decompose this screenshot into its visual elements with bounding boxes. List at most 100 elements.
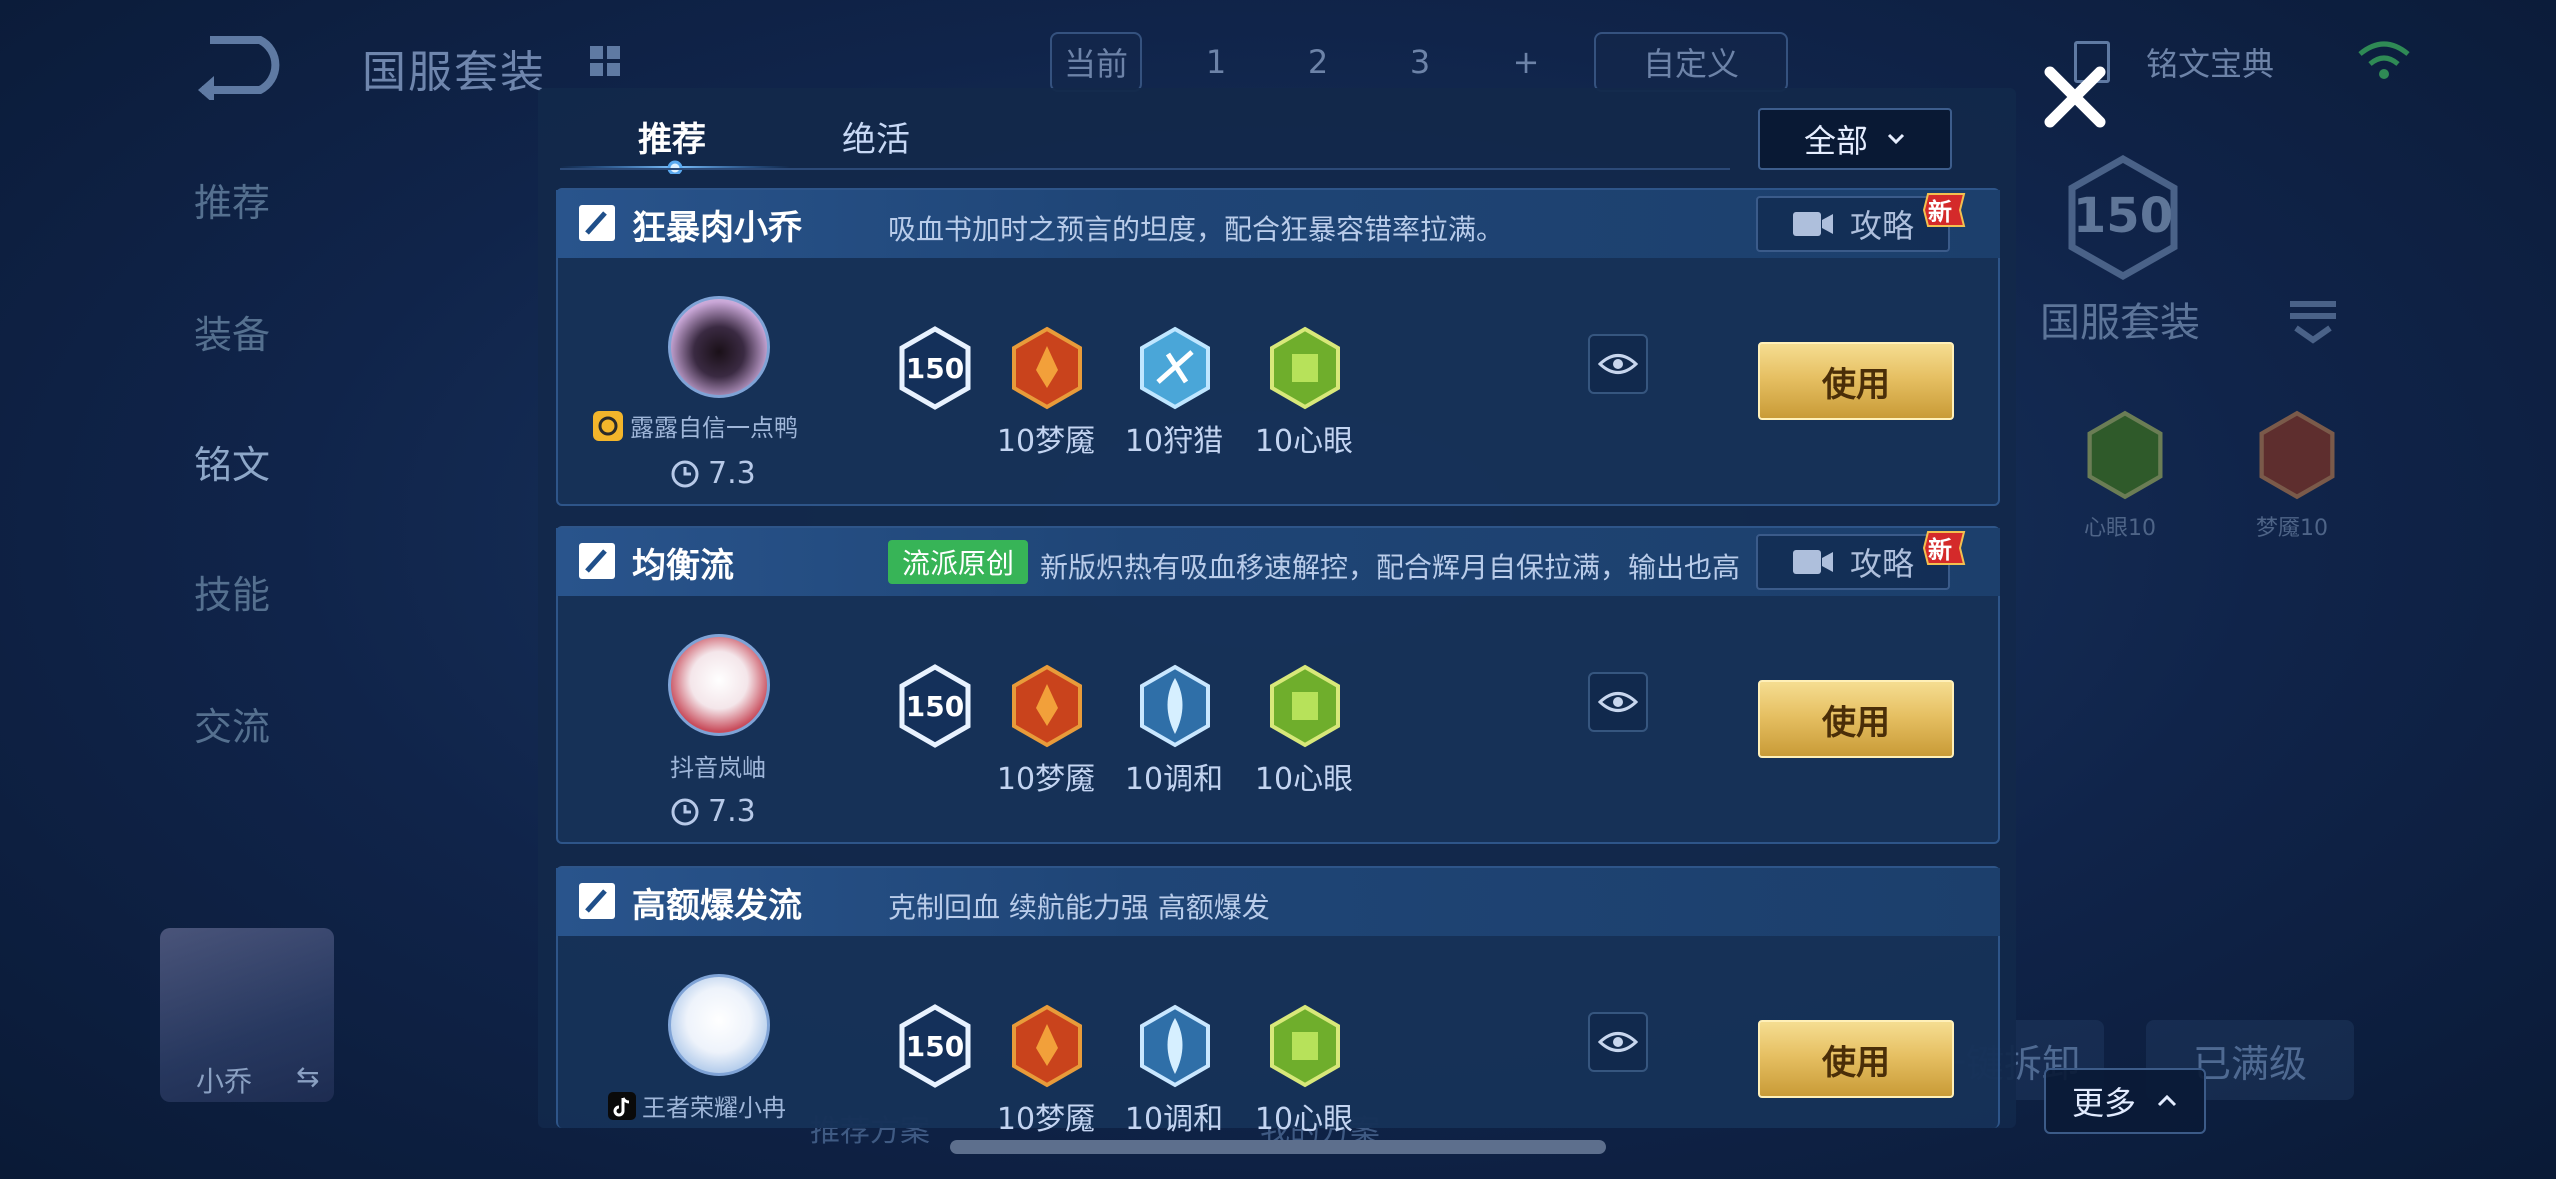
clock-icon <box>671 460 699 487</box>
more-button[interactable]: 更多 <box>2044 1068 2206 1134</box>
eye-icon <box>1598 354 1638 374</box>
grid-icon[interactable] <box>588 44 622 78</box>
preview-button[interactable] <box>1588 1012 1648 1072</box>
rune-insight-icon <box>1270 664 1340 748</box>
tab-divider <box>560 168 1730 170</box>
rating: 7.3 <box>670 456 756 491</box>
rune-label: 10梦魇 <box>996 1102 1096 1137</box>
wifi-icon <box>2358 41 2410 79</box>
filter-label: 全部 <box>1803 122 1868 160</box>
card-title: 均衡流 <box>632 546 734 586</box>
slot-custom[interactable]: 自定义 <box>1594 32 1788 92</box>
edit-icon[interactable] <box>578 542 616 580</box>
rune-handbook-label: 铭文宝典 <box>2146 45 2275 83</box>
new-badge: 新 <box>1920 190 1968 230</box>
chevron-up-icon <box>2157 1094 2177 1107</box>
tab-indicator <box>560 160 790 174</box>
rune-label: 梦魇10 <box>2256 516 2328 541</box>
slot-2[interactable]: 2 <box>1272 32 1364 92</box>
rating: 7.3 <box>670 794 756 829</box>
rune-insight-icon <box>1270 1004 1340 1088</box>
card-title: 狂暴肉小乔 <box>632 208 802 248</box>
new-badge: 新 <box>1920 528 1968 568</box>
preview-button[interactable] <box>1588 672 1648 732</box>
rune-label: 10心眼 <box>1254 1102 1354 1137</box>
tiktok-icon <box>608 1091 636 1120</box>
video-icon <box>1792 550 1833 574</box>
rune-handbook-link[interactable]: 铭文宝典 <box>2074 32 2374 92</box>
author-row[interactable]: 露露自信一点鸭 <box>592 408 798 443</box>
set-level: 150 <box>2072 188 2174 244</box>
rune-label: 10梦魇 <box>996 762 1096 797</box>
rune-nightmare-icon <box>1012 1004 1082 1088</box>
card-description: 新版炽热有吸血移速解控，配合辉月自保拉满，输出也高 <box>1040 551 1741 584</box>
more-label: 更多 <box>2071 1084 2136 1122</box>
rune-green-icon <box>2087 410 2163 500</box>
side-nav-equipment[interactable]: 装备 <box>194 304 270 359</box>
use-button[interactable]: 使用 <box>1758 342 1954 420</box>
author-avatar[interactable] <box>668 296 770 398</box>
slot-3[interactable]: 3 <box>1374 32 1466 92</box>
card-title: 高额爆发流 <box>632 886 802 926</box>
use-button[interactable]: 使用 <box>1758 1020 1954 1098</box>
rune-nightmare-icon <box>1012 326 1082 410</box>
video-icon <box>1792 212 1833 236</box>
close-icon[interactable] <box>2040 62 2110 132</box>
slot-1[interactable]: 1 <box>1170 32 1262 92</box>
eye-icon <box>1598 692 1638 712</box>
guide-label: 攻略 <box>1849 207 1914 245</box>
back-icon[interactable] <box>190 30 300 100</box>
author-row[interactable]: 王者荣耀小冉 <box>608 1088 786 1123</box>
page-title: 国服套装 <box>362 47 546 98</box>
new-badge-label: 新 <box>1928 536 1952 564</box>
original-tag: 流派原创 <box>888 540 1029 584</box>
layers-icon <box>2290 301 2336 344</box>
author-name: 露露自信一点鸭 <box>630 414 798 442</box>
rune-hunt-icon <box>1140 326 1210 410</box>
card-description: 克制回血 续航能力强 高额爆发 <box>888 891 1270 924</box>
home-indicator[interactable] <box>950 1140 1606 1154</box>
tab-specialty[interactable]: 绝活 <box>842 112 910 161</box>
slot-current[interactable]: 当前 <box>1050 32 1142 92</box>
rating-value: 7.3 <box>708 794 756 829</box>
card-description: 吸血书加时之预言的坦度，配合狂暴容错率拉满。 <box>888 213 1505 246</box>
rune-harmony-icon <box>1140 1004 1210 1088</box>
rune-label: 心眼10 <box>2084 516 2156 541</box>
level-value: 150 <box>905 690 965 723</box>
swap-icon[interactable]: ⇆ <box>296 1060 319 1093</box>
guide-label: 攻略 <box>1849 545 1914 583</box>
rune-red-icon <box>2259 410 2335 500</box>
rating-value: 7.3 <box>708 456 756 491</box>
rune-label: 10狩猎 <box>1124 424 1224 459</box>
author-avatar[interactable] <box>668 974 770 1076</box>
rune-label: 10调和 <box>1124 762 1224 797</box>
side-nav-skills[interactable]: 技能 <box>194 564 270 619</box>
author-avatar[interactable] <box>668 634 770 736</box>
author-name: 王者荣耀小冉 <box>642 1094 786 1122</box>
platform-icon <box>593 410 623 441</box>
set-name: 国服套装 <box>2040 300 2200 346</box>
rune-insight-icon <box>1270 326 1340 410</box>
rune-label: 10调和 <box>1124 1102 1224 1137</box>
rune-label: 10心眼 <box>1254 424 1354 459</box>
slot-add[interactable]: + <box>1480 32 1572 92</box>
rune-nightmare-icon <box>1012 664 1082 748</box>
side-nav-runes[interactable]: 铭文 <box>194 434 270 489</box>
side-nav-community[interactable]: 交流 <box>194 696 270 751</box>
edit-icon[interactable] <box>578 204 616 242</box>
author-name[interactable]: 抖音岚岫 <box>670 748 766 783</box>
level-value: 150 <box>905 1030 965 1063</box>
filter-dropdown[interactable]: 全部 <box>1758 108 1952 170</box>
new-badge-label: 新 <box>1928 198 1952 226</box>
rune-label: 10梦魇 <box>996 424 1096 459</box>
hero-name: 小乔 <box>196 1065 253 1098</box>
edit-icon[interactable] <box>578 882 616 920</box>
chevron-down-icon <box>1887 133 1905 145</box>
preview-button[interactable] <box>1588 334 1648 394</box>
clock-icon <box>671 798 699 825</box>
use-button[interactable]: 使用 <box>1758 680 1954 758</box>
rune-label: 10心眼 <box>1254 762 1354 797</box>
level-value: 150 <box>905 352 965 385</box>
side-nav-recommend[interactable]: 推荐 <box>194 172 270 227</box>
rune-harmony-icon <box>1140 664 1210 748</box>
